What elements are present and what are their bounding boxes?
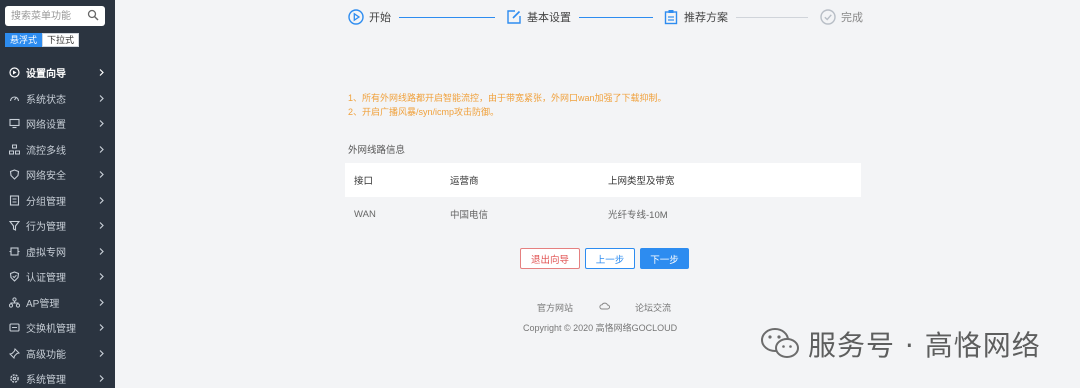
sidebar-item-label: 分组管理 (26, 196, 66, 208)
sidebar-item-vpn[interactable]: 虚拟专网 (0, 239, 115, 265)
step-basic-settings: 基本设置 (506, 9, 571, 25)
watermark: 服务号 · 高恪网络 (760, 324, 1041, 364)
filter-icon (9, 221, 20, 232)
flow-icon (9, 144, 20, 155)
sidebar-item-label: 设置向导 (26, 69, 66, 81)
sidebar-item-label: 认证管理 (26, 273, 66, 285)
sidebar-item-auth-management[interactable]: 认证管理 (0, 264, 115, 290)
sidebar-item-label: 网络设置 (26, 120, 66, 132)
chevron-right-icon (99, 171, 104, 178)
step-start: 开始 (348, 9, 391, 25)
sidebar-item-system-status[interactable]: 系统状态 (0, 86, 115, 112)
auth-shield-icon (9, 271, 20, 283)
step-connector (736, 17, 808, 18)
sidebar-item-setup-wizard[interactable]: 设置向导 (0, 60, 115, 86)
chevron-right-icon (99, 120, 104, 127)
chevron-right-icon (99, 69, 104, 76)
section-title: 外网线路信息 (348, 145, 406, 156)
edit-icon (507, 10, 521, 24)
menu-search (5, 6, 105, 26)
chevron-right-icon (99, 273, 104, 280)
chevron-right-icon (99, 94, 104, 102)
sidebar-item-label: 系统管理 (26, 375, 66, 387)
play-icon (348, 9, 364, 25)
check-circle-icon (820, 9, 836, 25)
search-icon[interactable] (87, 9, 99, 21)
header-interface: 接口 (354, 176, 374, 187)
forum-link[interactable]: 论坛交流 (635, 301, 671, 314)
table-header: 接口 运营商 上网类型及带宽 (345, 163, 861, 197)
step-label: 推荐方案 (684, 12, 728, 24)
cell-type-bandwidth: 光纤专线-10M (608, 210, 668, 221)
header-isp: 运营商 (450, 176, 479, 187)
switch-icon (9, 323, 20, 332)
sidebar-item-flow-control[interactable]: 流控多线 (0, 137, 115, 163)
notice-line: 1、所有外网线路都开启智能流控，由于带宽紧张，外网口wan加强了下载抑制。 (348, 93, 667, 103)
group-icon (9, 195, 20, 206)
wan-info-table: 接口 运营商 上网类型及带宽 WAN 中国电信 光纤专线-10M (345, 163, 861, 231)
wizard-notice: 1、所有外网线路都开启智能流控，由于带宽紧张，外网口wan加强了下载抑制。 2、… (348, 91, 667, 119)
chevron-right-icon (99, 375, 104, 382)
sidebar-item-system-management[interactable]: 系统管理 (0, 366, 115, 388)
sidebar-item-label: 流控多线 (26, 145, 66, 157)
chevron-right-icon (99, 222, 104, 229)
next-step-button[interactable]: 下一步 (640, 248, 689, 269)
mode-floating-button[interactable]: 悬浮式 (5, 33, 43, 47)
copyright-text: Copyright © 2020 高恪网络GOCLOUD (523, 323, 678, 333)
header-type-bandwidth: 上网类型及带宽 (608, 176, 675, 187)
wizard-icon (9, 67, 20, 78)
official-site-link[interactable]: 官方网站 (537, 301, 573, 314)
sidebar: 悬浮式 下拉式 设置向导 系统状态 网络设置 流控多线 网络安全 (0, 0, 115, 388)
sidebar-item-label: 高级功能 (26, 349, 66, 361)
step-connector (579, 17, 653, 18)
chevron-right-icon (99, 298, 104, 306)
table-row: WAN 中国电信 光纤专线-10M (345, 197, 861, 231)
sidebar-item-label: AP管理 (26, 298, 60, 310)
cell-interface: WAN (354, 208, 376, 220)
cell-isp: 中国电信 (450, 210, 489, 221)
clipboard-icon (664, 10, 678, 25)
sidebar-item-network-security[interactable]: 网络安全 (0, 162, 115, 188)
chevron-right-icon (99, 324, 104, 331)
chevron-right-icon (99, 196, 104, 204)
chevron-right-icon (99, 247, 104, 255)
watermark-text: 服务号 · 高恪网络 (808, 329, 1041, 362)
sidebar-menu: 设置向导 系统状态 网络设置 流控多线 网络安全 分组管理 行为管理 虚拟专网 … (0, 60, 115, 388)
gauge-icon (9, 96, 20, 101)
monitor-icon (9, 119, 20, 129)
chevron-right-icon (99, 349, 104, 357)
sidebar-item-switch-management[interactable]: 交换机管理 (0, 315, 115, 341)
sidebar-item-label: 网络安全 (26, 171, 66, 183)
sidebar-item-behavior-management[interactable]: 行为管理 (0, 213, 115, 239)
step-label: 开始 (369, 12, 391, 24)
sidebar-item-group-management[interactable]: 分组管理 (0, 188, 115, 214)
sidebar-item-network-settings[interactable]: 网络设置 (0, 111, 115, 137)
gear-icon (10, 374, 19, 384)
previous-step-button[interactable]: 上一步 (585, 248, 635, 269)
cloud-icon (599, 302, 610, 310)
pin-icon (9, 347, 20, 359)
shield-icon (9, 169, 20, 181)
chevron-right-icon (99, 145, 104, 153)
menu-search-input[interactable] (5, 7, 85, 25)
exit-wizard-button[interactable]: 退出向导 (520, 248, 580, 269)
ap-icon (9, 297, 20, 308)
notice-line: 2、开启广播风暴/syn/icmp攻击防御。 (348, 107, 500, 117)
sidebar-item-label: 交换机管理 (26, 324, 76, 336)
wechat-icon (761, 328, 799, 358)
sidebar-item-label: 系统状态 (26, 94, 66, 106)
step-label: 基本设置 (527, 12, 571, 24)
step-connector (399, 17, 495, 18)
menu-mode-toggle: 悬浮式 下拉式 (5, 33, 80, 47)
step-label: 完成 (841, 12, 863, 24)
sidebar-item-ap-management[interactable]: AP管理 (0, 290, 115, 316)
sidebar-item-label: 行为管理 (26, 222, 66, 234)
mode-dropdown-button[interactable]: 下拉式 (42, 33, 80, 47)
vpn-icon (9, 247, 20, 256)
sidebar-item-advanced-features[interactable]: 高级功能 (0, 341, 115, 367)
step-complete: 完成 (820, 9, 863, 25)
step-recommended-plan: 推荐方案 (663, 9, 728, 25)
sidebar-item-label: 虚拟专网 (26, 247, 66, 259)
